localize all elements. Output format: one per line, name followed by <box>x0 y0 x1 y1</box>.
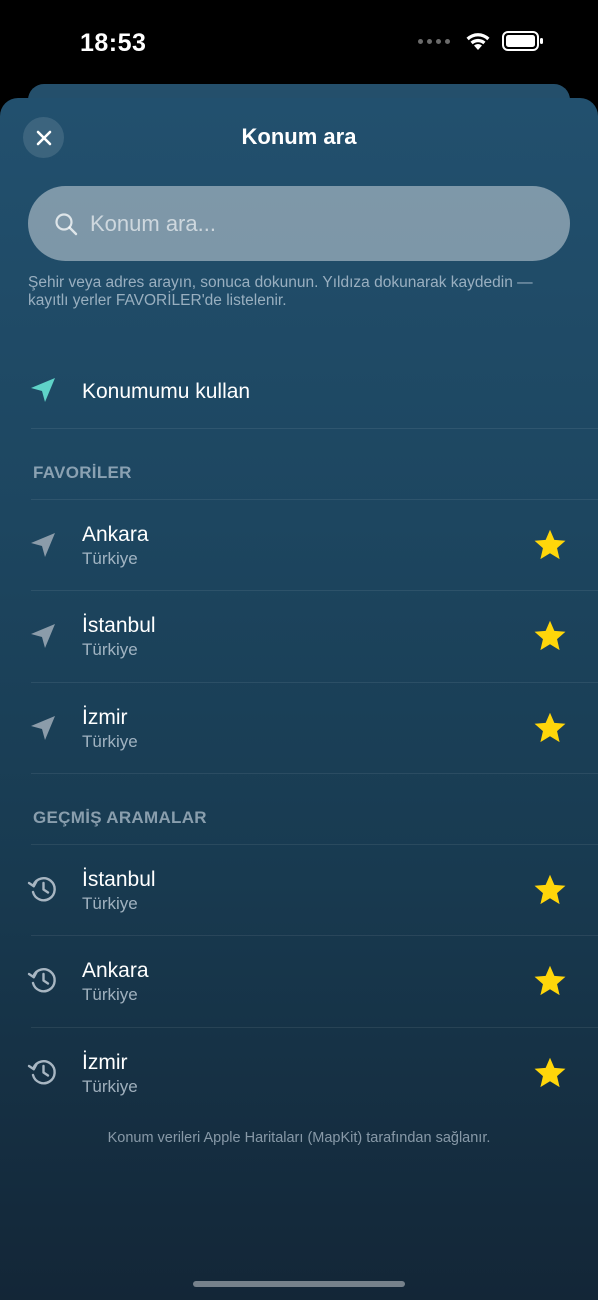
favorite-subtitle: Türkiye <box>82 732 138 751</box>
location-arrow-icon <box>31 533 55 557</box>
search-input[interactable] <box>88 209 546 238</box>
star-icon[interactable] <box>532 710 568 746</box>
search-hint: Şehir veya adres arayın, sonuca dokunun.… <box>28 274 533 309</box>
favorite-row[interactable]: İstanbul Türkiye <box>0 591 598 681</box>
history-title: Ankara <box>82 959 149 982</box>
location-arrow-icon <box>31 716 55 740</box>
star-icon[interactable] <box>532 1055 568 1091</box>
star-icon[interactable] <box>532 527 568 563</box>
history-row[interactable]: İzmir Türkiye <box>0 1028 598 1118</box>
favorite-row[interactable]: İzmir Türkiye <box>0 683 598 773</box>
favorite-title: İstanbul <box>82 614 156 637</box>
divider <box>31 773 598 774</box>
home-indicator[interactable] <box>193 1281 405 1287</box>
wifi-icon <box>466 33 490 50</box>
history-title: İstanbul <box>82 868 156 891</box>
search-icon <box>55 212 78 235</box>
divider <box>31 428 598 429</box>
use-my-location-row[interactable]: Konumumu kullan <box>0 345 598 435</box>
footer-note: Konum verileri Apple Haritaları (MapKit)… <box>107 1130 491 1146</box>
favorite-row[interactable]: Ankara Türkiye <box>0 500 598 590</box>
favorite-title: Ankara <box>82 523 149 546</box>
status-time: 18:53 <box>80 29 147 57</box>
star-icon[interactable] <box>532 872 568 908</box>
history-header: GEÇMİŞ ARAMALAR <box>33 808 207 827</box>
history-icon <box>27 968 56 993</box>
history-row[interactable]: İstanbul Türkiye <box>0 845 598 935</box>
use-my-location-label: Konumumu kullan <box>82 380 251 403</box>
history-icon <box>27 1060 56 1085</box>
search-field[interactable] <box>28 186 570 261</box>
favorite-subtitle: Türkiye <box>82 549 138 568</box>
favorite-title: İzmir <box>82 706 128 729</box>
favorite-subtitle: Türkiye <box>82 640 138 659</box>
status-icons <box>418 30 544 52</box>
cellular-signal-icon <box>418 38 450 44</box>
status-bar: 18:53 <box>0 0 598 86</box>
history-row[interactable]: Ankara Türkiye <box>0 936 598 1026</box>
battery-icon <box>502 31 543 51</box>
history-icon <box>27 877 56 902</box>
star-icon[interactable] <box>532 963 568 999</box>
location-arrow-icon <box>31 378 55 402</box>
location-search-sheet: Konum ara Şehir veya adres arayın, sonuc… <box>0 98 598 1300</box>
history-subtitle: Türkiye <box>82 1077 138 1096</box>
history-subtitle: Türkiye <box>82 894 138 913</box>
history-title: İzmir <box>82 1051 128 1074</box>
history-subtitle: Türkiye <box>82 985 138 1004</box>
page-title: Konum ara <box>241 124 357 149</box>
star-icon[interactable] <box>532 618 568 654</box>
location-arrow-icon <box>31 624 55 648</box>
favorites-header: FAVORİLER <box>33 463 132 482</box>
